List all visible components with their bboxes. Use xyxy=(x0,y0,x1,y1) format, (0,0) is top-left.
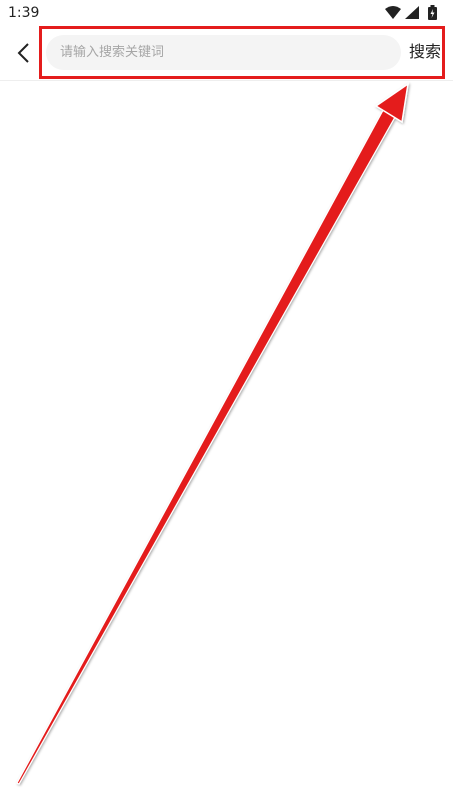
search-header: 搜索 xyxy=(0,26,453,81)
back-button[interactable] xyxy=(10,39,38,67)
annotation-arrow xyxy=(16,82,410,785)
battery-icon xyxy=(428,5,437,20)
status-bar: 1:39 xyxy=(0,0,453,26)
status-icons xyxy=(383,4,443,22)
status-time: 1:39 xyxy=(8,5,40,21)
signal-icon xyxy=(405,6,419,19)
search-box[interactable] xyxy=(46,35,401,70)
wifi-icon xyxy=(385,6,401,19)
chevron-left-icon xyxy=(17,43,29,63)
search-button[interactable]: 搜索 xyxy=(409,38,441,66)
search-input[interactable] xyxy=(60,35,390,70)
